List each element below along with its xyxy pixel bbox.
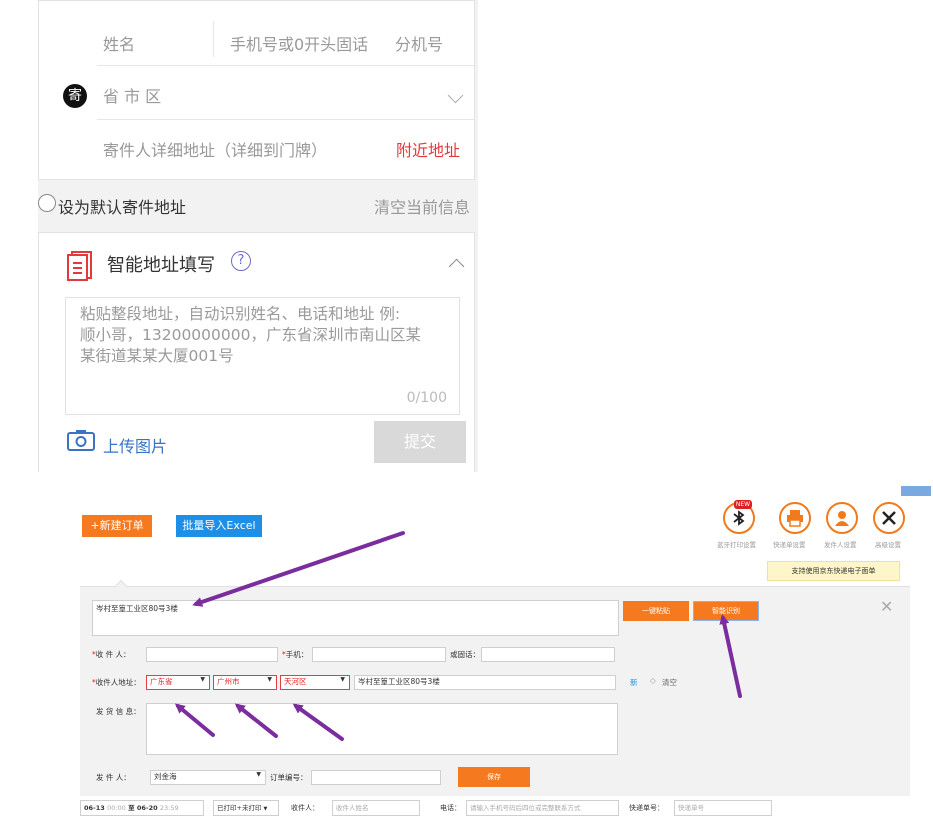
smart-address-title: 智能地址填写 (107, 255, 215, 276)
landline-input[interactable] (481, 647, 615, 662)
sender-address-card: 姓名 手机号或0开头固话 分机号 寄 省 市 区 寄件人详细地址（详细到门牌） … (38, 0, 475, 180)
one-click-paste-button[interactable]: 一键粘贴 (623, 601, 689, 621)
order-no-input[interactable] (311, 770, 441, 785)
nearby-address-link[interactable]: 附近地址 (396, 137, 460, 161)
caret-icon: ▼ (267, 676, 272, 683)
user-icon (835, 511, 849, 526)
receiver-label: *收 件 人： (92, 650, 131, 659)
paste-address-placeholder: 粘贴整段地址，自动识别姓名、电话和地址 例: 顺小哥，13200000000，广… (80, 305, 421, 365)
bluetooth-setting-label: 蓝牙打印设置 (717, 541, 756, 549)
order-form: 岑村至篁工业区80号3楼 一键粘贴 智能识别 ✕ *收 件 人： *手机： 或固… (80, 579, 910, 796)
default-address-label: 设为默认寄件地址 (58, 198, 187, 217)
sender-badge: 寄 (63, 84, 87, 108)
smart-recognize-button[interactable]: 智能识别 (693, 601, 759, 621)
desktop-order-app: +新建订单 批量导入Excel NEW 蓝牙打印设置 快递单设置 发件人设置 高… (72, 480, 933, 835)
new-address-link[interactable]: 新 (630, 677, 638, 688)
district-select[interactable]: 天河区 ▼ (280, 675, 350, 690)
corner-badge (901, 486, 931, 496)
filter-phone-input[interactable]: 请输入手机号码后四位或完整联系方式 (466, 800, 619, 816)
goods-info-textarea[interactable] (146, 703, 618, 755)
sender-setting-button[interactable] (826, 502, 858, 534)
jd-waybill-tooltip: 支持使用京东快递电子面单 (767, 561, 900, 581)
document-icon (67, 251, 92, 281)
waybill-setting-label: 快递单设置 (773, 541, 806, 549)
camera-icon[interactable] (67, 429, 95, 451)
save-button[interactable]: 保存 (458, 767, 530, 787)
new-badge: NEW (734, 500, 752, 509)
paste-address-textarea[interactable]: 粘贴整段地址，自动识别姓名、电话和地址 例: 顺小哥，13200000000，广… (65, 297, 460, 415)
help-icon[interactable]: ? (231, 251, 251, 271)
caret-icon: ▼ (200, 676, 205, 683)
char-counter: 0/100 (406, 390, 447, 406)
phone-input[interactable]: 手机号或0开头固话 (230, 31, 368, 55)
caret-icon: ▼ (263, 806, 268, 812)
chevron-down-icon[interactable] (447, 87, 464, 104)
submit-button[interactable]: 提交 (374, 421, 466, 463)
filter-receiver-input[interactable]: 收件人姓名 (332, 800, 420, 816)
goods-info-label: 发 货 信 息： (96, 707, 141, 716)
row-divider (97, 65, 474, 66)
sender-select[interactable]: 刘金海 ▼ (150, 770, 266, 785)
order-no-label: 订单编号： (270, 773, 308, 782)
advanced-setting-label: 高级设置 (875, 541, 901, 549)
filter-tracking-label: 快递单号： (629, 804, 664, 812)
sender-label: 发 件 人： (96, 773, 131, 782)
clear-address-link[interactable]: 清空 (662, 677, 677, 688)
caret-icon: ▼ (340, 676, 345, 683)
advanced-setting-button[interactable] (873, 502, 905, 534)
chevron-up-icon[interactable] (448, 258, 465, 275)
caret-icon: ▼ (256, 771, 261, 778)
ext-input[interactable]: 分机号 (395, 31, 443, 55)
order-filter-bar: 06-13 00:00 至 06-20 23:59 已打印+未打印 ▼ 收件人：… (80, 798, 910, 822)
detail-address-input[interactable]: 寄件人详细地址（详细到门牌） (103, 137, 327, 161)
city-select[interactable]: 广州市 ▼ (213, 675, 277, 690)
name-input[interactable]: 姓名 (103, 31, 135, 55)
print-status-select[interactable]: 已打印+未打印 ▼ (213, 800, 279, 816)
paste-address-input[interactable]: 岑村至篁工业区80号3楼 (92, 600, 619, 636)
row-divider (97, 119, 474, 120)
sender-setting-label: 发件人设置 (824, 541, 857, 549)
default-address-row: 设为默认寄件地址 清空当前信息 (38, 188, 478, 220)
date-range-picker[interactable]: 06-13 00:00 至 06-20 23:59 (80, 800, 204, 816)
eraser-icon[interactable]: ◇ (650, 676, 656, 685)
filter-tracking-input[interactable]: 快递单号 (674, 800, 772, 816)
mobile-sender-form: 姓名 手机号或0开头固话 分机号 寄 省 市 区 寄件人详细地址（详细到门牌） … (38, 0, 478, 472)
form-notch (113, 579, 129, 595)
filter-receiver-label: 收件人： (291, 804, 319, 812)
new-order-button[interactable]: +新建订单 (82, 515, 152, 537)
import-excel-button[interactable]: 批量导入Excel (176, 515, 262, 537)
landline-label: 或固话： (450, 650, 480, 659)
waybill-setting-button[interactable] (779, 502, 811, 534)
province-select[interactable]: 广东省 ▼ (146, 675, 210, 690)
smart-address-card: 智能地址填写 ? 粘贴整段地址，自动识别姓名、电话和地址 例: 顺小哥，1320… (38, 232, 475, 472)
field-divider (213, 21, 214, 57)
default-address-radio[interactable] (38, 194, 56, 212)
mobile-input[interactable] (312, 647, 446, 662)
tools-icon (882, 511, 896, 525)
bluetooth-icon (733, 510, 745, 526)
street-address-input[interactable]: 岑村至篁工业区80号3楼 (354, 675, 616, 690)
filter-phone-label: 电话： (440, 804, 461, 812)
clear-info-link[interactable]: 清空当前信息 (374, 194, 470, 218)
printer-icon (787, 510, 803, 527)
region-selector[interactable]: 省 市 区 (103, 83, 161, 107)
mobile-label: *手机： (282, 650, 309, 659)
receiver-input[interactable] (146, 647, 278, 662)
close-icon[interactable]: ✕ (880, 597, 893, 616)
upload-image-link[interactable]: 上传图片 (103, 433, 167, 457)
address-label: *收件人地址： (92, 678, 141, 687)
